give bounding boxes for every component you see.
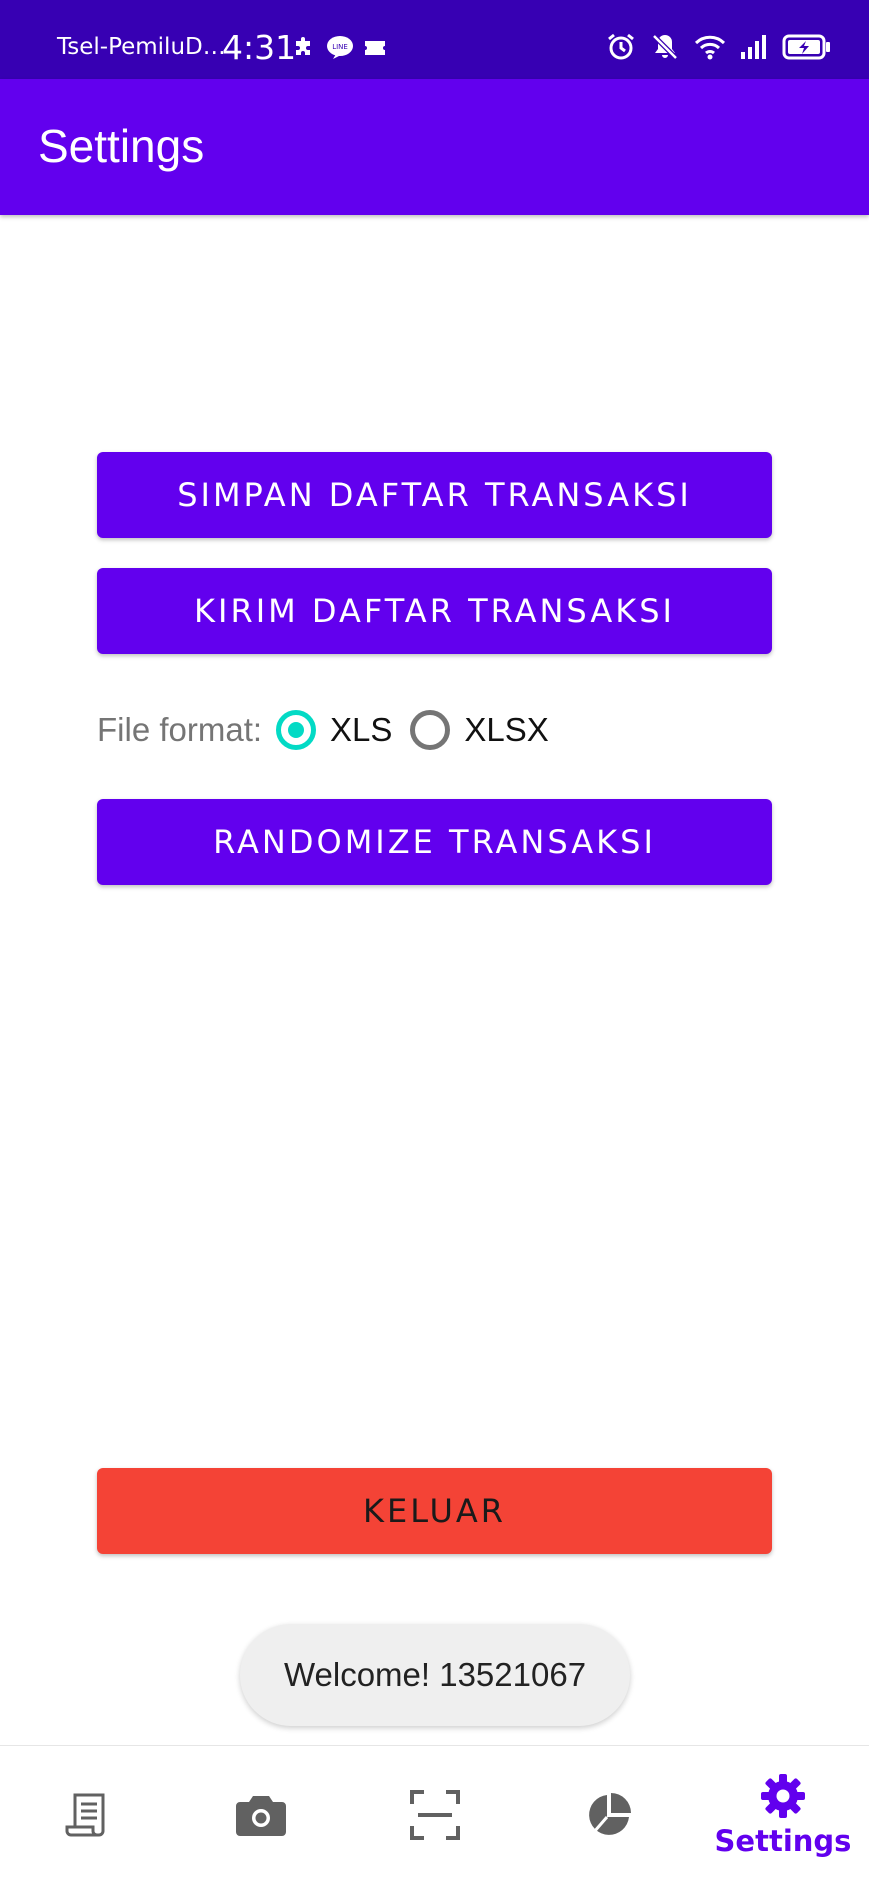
- puzzle-icon: [296, 37, 310, 55]
- nav-item-settings[interactable]: Settings: [696, 1746, 869, 1884]
- radio-xlsx[interactable]: [410, 710, 451, 750]
- carrier-name: Tsel-PemiluD…: [57, 34, 226, 60]
- bottom-navigation: Settings: [0, 1745, 869, 1884]
- ticket-icon: [365, 41, 385, 55]
- app-bar: Settings: [0, 79, 869, 215]
- bell-off-icon: [652, 34, 678, 60]
- radio-xls-label[interactable]: XLS: [330, 711, 392, 749]
- battery-charging-icon: [782, 34, 830, 60]
- toast-message: Welcome! 13521067: [283, 1656, 587, 1693]
- send-transactions-button[interactable]: KIRIM DAFTAR TRANSAKSI: [97, 568, 772, 654]
- svg-text:LINE: LINE: [332, 43, 348, 51]
- nav-item-statistics[interactable]: [522, 1746, 696, 1884]
- save-transactions-button[interactable]: SIMPAN DAFTAR TRANSAKSI: [97, 452, 772, 538]
- camera-icon: [236, 1796, 286, 1836]
- pie-chart-icon: [589, 1793, 631, 1835]
- status-time: 4:31: [222, 28, 297, 67]
- alarm-icon: [608, 33, 634, 60]
- nav-label-settings: Settings: [714, 1824, 852, 1858]
- radio-xlsx-label[interactable]: XLSX: [464, 711, 548, 749]
- randomize-transactions-button[interactable]: RANDOMIZE TRANSAKSI: [97, 799, 772, 885]
- signal-icon: [741, 35, 766, 59]
- line-app-icon: LINE: [327, 36, 353, 59]
- file-format-label: File format:: [97, 711, 263, 748]
- nav-item-camera[interactable]: [174, 1746, 348, 1884]
- notification-icons: LINE: [292, 36, 386, 60]
- status-bar: Tsel-PemiluD… 4:31 LINE: [0, 0, 869, 79]
- gear-icon: [761, 1774, 805, 1818]
- page-title: Settings: [38, 120, 205, 172]
- wifi-icon: [694, 35, 726, 60]
- welcome-toast: Welcome! 13521067: [240, 1624, 630, 1726]
- scan-icon: [410, 1790, 460, 1840]
- file-format-group: File format: XLS XLSX: [97, 700, 567, 760]
- nav-item-transactions[interactable]: [0, 1746, 174, 1884]
- receipt-icon: [65, 1793, 105, 1837]
- radio-xls[interactable]: [276, 710, 317, 750]
- nav-item-scan[interactable]: [348, 1746, 522, 1884]
- logout-button[interactable]: KELUAR: [97, 1468, 772, 1554]
- system-icons: [606, 32, 832, 62]
